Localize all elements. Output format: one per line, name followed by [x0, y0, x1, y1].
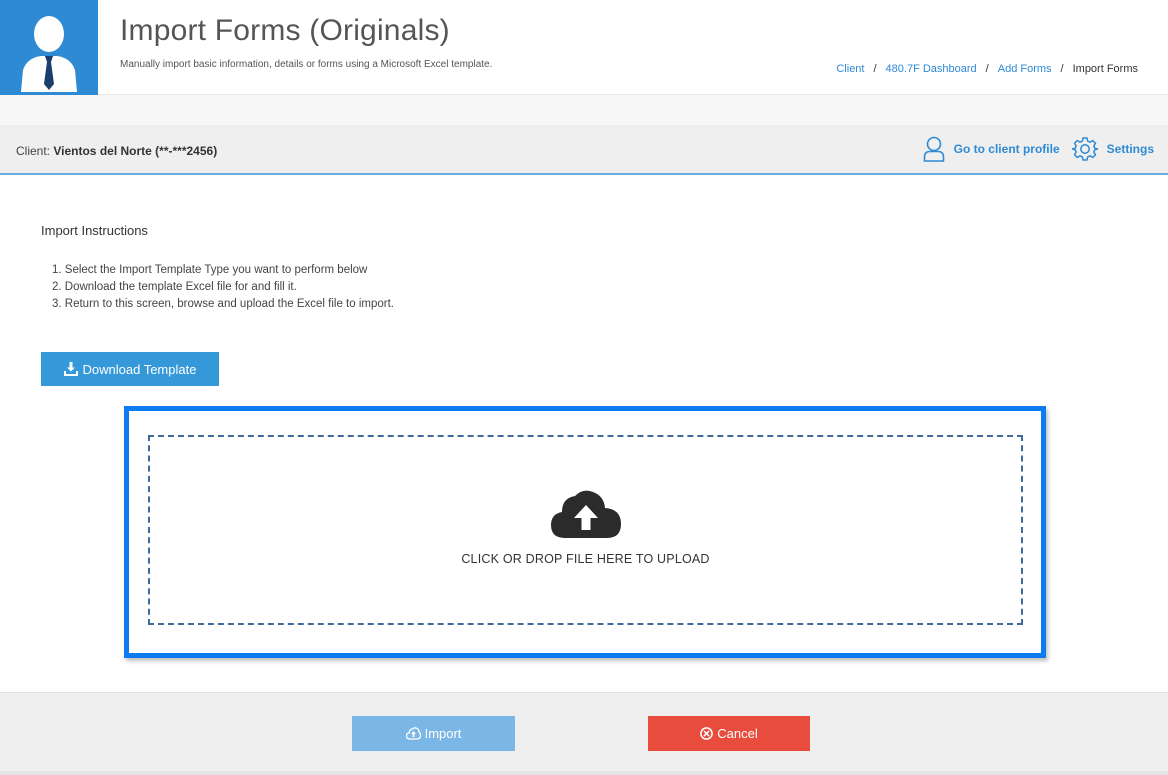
download-template-label: Download Template	[82, 361, 197, 377]
user-outline-icon	[923, 136, 945, 162]
breadcrumb-separator: /	[1060, 63, 1064, 75]
import-instructions-list: 1. Select the Import Template Type you w…	[52, 262, 394, 313]
instruction-step: 3. Return to this screen, browse and upl…	[52, 298, 394, 310]
footer-divider	[0, 771, 1168, 775]
import-button[interactable]: Import	[352, 716, 515, 751]
breadcrumb-dashboard[interactable]: 480.7F Dashboard	[886, 63, 977, 75]
breadcrumb-separator: /	[873, 63, 877, 75]
go-to-client-profile-label: Go to client profile	[953, 142, 1060, 156]
settings-link[interactable]: Settings	[1071, 136, 1154, 162]
client-bar: Client: Vientos del Norte (**-***2456) G…	[0, 125, 1168, 175]
breadcrumb-separator: /	[985, 63, 989, 75]
import-label: Import	[424, 726, 462, 741]
avatar	[0, 0, 98, 95]
settings-label: Settings	[1106, 142, 1154, 156]
gear-icon	[1071, 136, 1098, 162]
cloud-upload-icon	[549, 488, 623, 543]
go-to-client-profile-link[interactable]: Go to client profile	[923, 136, 1060, 162]
footer-actions: Import Cancel	[0, 692, 1168, 775]
header-spacer	[0, 95, 1168, 125]
client-label: Client:	[16, 144, 51, 158]
upload-dropzone[interactable]: CLICK OR DROP FILE HERE TO UPLOAD	[148, 435, 1023, 625]
dropzone-text: CLICK OR DROP FILE HERE TO UPLOAD	[461, 552, 710, 566]
page-header: Import Forms (Originals) Manually import…	[0, 0, 1168, 95]
instruction-step: 1. Select the Import Template Type you w…	[52, 264, 368, 276]
instruction-step: 2. Download the template Excel file for …	[52, 281, 297, 293]
close-circle-icon	[700, 727, 714, 740]
breadcrumb-client[interactable]: Client	[836, 63, 864, 75]
client-name: Vientos del Norte (**-***2456)	[53, 144, 218, 158]
page-subtitle: Manually import basic information, detai…	[120, 59, 493, 70]
download-icon	[63, 362, 78, 376]
cancel-button[interactable]: Cancel	[648, 716, 810, 751]
breadcrumb-add-forms[interactable]: Add Forms	[998, 63, 1052, 75]
breadcrumb: Client / 480.7F Dashboard / Add Forms / …	[836, 63, 1138, 75]
download-template-button[interactable]: Download Template	[41, 352, 219, 386]
client-info: Client: Vientos del Norte (**-***2456)	[16, 144, 217, 158]
import-instructions-title: Import Instructions	[41, 223, 148, 238]
upload-dropzone-highlight: CLICK OR DROP FILE HERE TO UPLOAD	[124, 406, 1046, 658]
page-title: Import Forms (Originals)	[120, 14, 450, 47]
cancel-label: Cancel	[717, 726, 758, 741]
import-icon	[405, 727, 421, 740]
user-avatar-icon	[21, 16, 77, 92]
client-actions: Go to client profile Settings	[923, 136, 1154, 162]
breadcrumb-current: Import Forms	[1072, 63, 1138, 75]
